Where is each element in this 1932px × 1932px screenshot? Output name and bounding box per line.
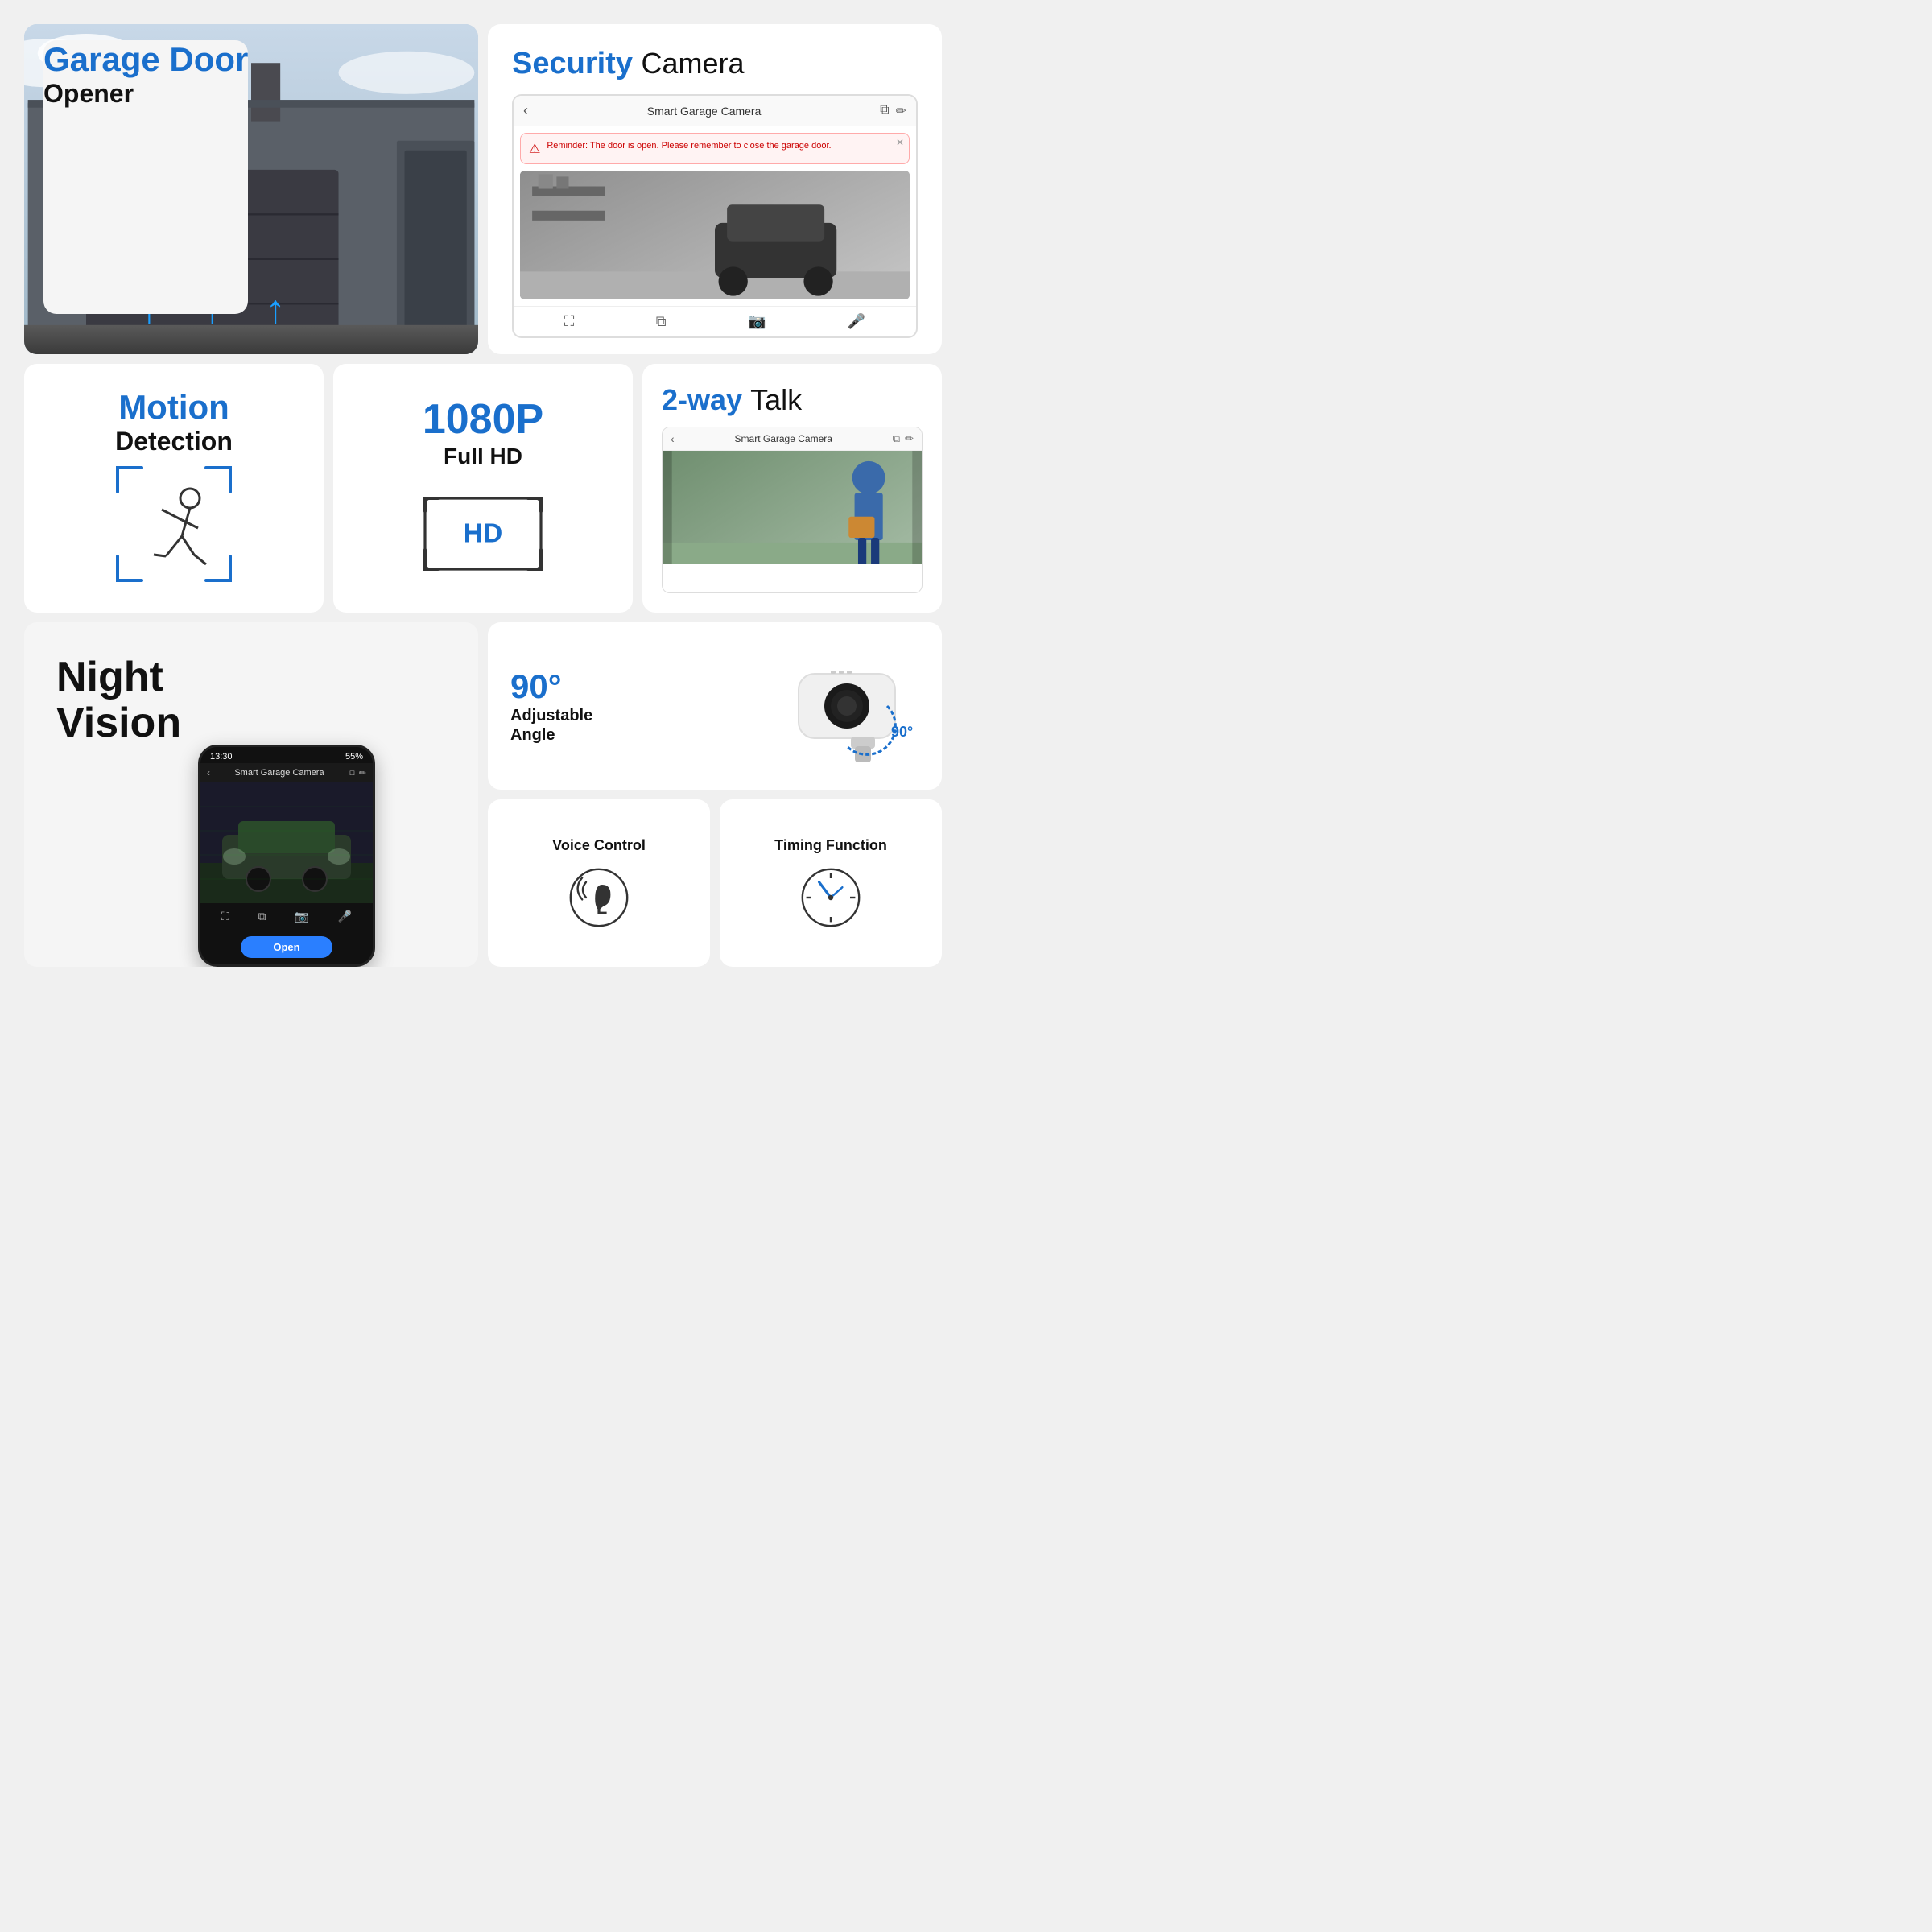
voice-control-card: Voice Control: [488, 799, 710, 967]
hd-subtitle: Full HD: [444, 444, 522, 469]
mic-icon[interactable]: 🎤: [848, 313, 865, 330]
voice-control-label: Voice Control: [552, 837, 646, 854]
twoway-edit-icon: ✏: [905, 432, 914, 445]
night-phone-bottom: ⛶ ⧉ 📷 🎤: [200, 903, 373, 930]
night-open-btn-area: Open: [200, 930, 373, 964]
garage-title-blue: Garage Door: [43, 40, 248, 79]
security-title-blue: Security: [512, 47, 633, 80]
night-vision-title: Night Vision: [56, 654, 181, 746]
angle-label-line2: Angle: [510, 725, 592, 745]
night-time: 13:30: [210, 752, 233, 762]
night-title-line1: Night: [56, 654, 181, 700]
twoway-back-button[interactable]: ‹: [671, 432, 675, 445]
night-camera-icon[interactable]: 📷: [295, 910, 308, 923]
night-vision-card: Night Vision 13:30 55% ‹ Smart Garage Ca…: [24, 622, 478, 967]
svg-text:90°: 90°: [891, 724, 913, 740]
night-back-button[interactable]: ‹: [207, 767, 210, 778]
copy-icon: ⧉: [880, 103, 889, 119]
night-edit-icon: ✏: [359, 768, 366, 778]
twoway-phone-header: ‹ Smart Garage Camera ⧉ ✏: [663, 427, 922, 451]
night-header-icons: ⧉ ✏: [349, 768, 366, 778]
hd-icon: HD: [419, 485, 547, 582]
timing-icon: [799, 865, 863, 930]
edit-icon: ✏: [896, 103, 906, 119]
camera-icon[interactable]: 📷: [748, 313, 766, 330]
motion-detection-icon: [109, 460, 238, 588]
svg-text:HD: HD: [464, 518, 503, 548]
twoway-phone-mockup: ‹ Smart Garage Camera ⧉ ✏: [662, 427, 923, 593]
motion-title-black: Detection: [115, 427, 233, 456]
night-video-icon[interactable]: ⧉: [258, 910, 266, 923]
timing-function-label: Timing Function: [774, 837, 887, 854]
night-battery: 55%: [345, 752, 363, 762]
twoway-phone-title: Smart Garage Camera: [679, 433, 888, 444]
phone-title: Smart Garage Camera: [535, 105, 873, 118]
hd-card: 1080P Full HD HD: [333, 364, 633, 613]
night-phone-wrap: 13:30 55% ‹ Smart Garage Camera ⧉ ✏: [198, 745, 375, 967]
night-status-bar: 13:30 55%: [200, 747, 373, 763]
alert-icon: ⚠: [529, 141, 540, 157]
security-camera-card: Security Camera ‹ Smart Garage Camera ⧉ …: [488, 24, 942, 354]
motion-title-blue: Motion: [118, 388, 229, 426]
night-open-button[interactable]: Open: [241, 936, 332, 958]
phone-bottom-bar: ⛶ ⧉ 📷 🎤: [514, 306, 916, 336]
twoway-title: 2-way Talk: [662, 383, 923, 417]
angle-info: 90° Adjustable Angle: [510, 667, 592, 745]
video-icon[interactable]: ⧉: [656, 313, 667, 330]
night-camera-feed: [200, 782, 373, 903]
garage-door-card: ↑ ↑ ↑ Garage Door Opener: [24, 24, 478, 354]
angle-label: Adjustable Angle: [510, 706, 592, 745]
security-title-black: Camera: [642, 47, 745, 80]
camera-feed: [520, 171, 910, 299]
header-icons: ⧉ ✏: [880, 103, 906, 119]
night-mic-icon[interactable]: 🎤: [338, 910, 352, 923]
night-fullscreen-icon[interactable]: ⛶: [221, 910, 229, 923]
twoway-copy-icon: ⧉: [893, 432, 900, 445]
angle-label-line1: Adjustable: [510, 706, 592, 725]
night-phone-title: Smart Garage Camera: [214, 768, 345, 778]
alert-text: Reminder: The door is open. Please remem…: [547, 140, 831, 152]
voice-icon: [567, 865, 631, 930]
night-title-line2: Vision: [56, 700, 181, 746]
twoway-title-blue: 2-way: [662, 383, 742, 416]
svg-text:↑: ↑: [265, 286, 285, 332]
angle-card: 90° Adjustable Angle: [488, 622, 942, 790]
angle-camera-visual: 90°: [609, 642, 919, 770]
twoway-camera-feed: 🎤: [663, 451, 922, 564]
alert-banner: ⚠ Reminder: The door is open. Please rem…: [520, 133, 910, 164]
voice-timing-row: Voice Control Timing Function: [488, 799, 942, 967]
twoway-header-icons: ⧉ ✏: [893, 432, 914, 445]
hd-title: 1080P: [423, 395, 543, 444]
night-copy-icon: ⧉: [349, 768, 355, 778]
night-phone-mockup: 13:30 55% ‹ Smart Garage Camera ⧉ ✏: [198, 745, 375, 967]
twoway-talk-card: 2-way Talk ‹ Smart Garage Camera ⧉ ✏: [642, 364, 942, 613]
angle-value: 90°: [510, 667, 592, 706]
night-phone-header: ‹ Smart Garage Camera ⧉ ✏: [200, 763, 373, 782]
fullscreen-icon[interactable]: ⛶: [564, 313, 575, 330]
phone-header: ‹ Smart Garage Camera ⧉ ✏: [514, 96, 916, 126]
twoway-title-black: Talk: [750, 383, 802, 416]
security-title: Security Camera: [512, 47, 918, 81]
close-banner-button[interactable]: ✕: [896, 137, 904, 148]
garage-title: Garage Door Opener: [43, 40, 248, 314]
garage-title-black: Opener: [43, 79, 248, 109]
row3-right-column: 90° Adjustable Angle: [488, 622, 942, 967]
motion-detection-card: Motion Detection: [24, 364, 324, 613]
security-phone-mockup: ‹ Smart Garage Camera ⧉ ✏ ⚠ Reminder: Th…: [512, 94, 918, 338]
back-button[interactable]: ‹: [523, 102, 528, 119]
timing-function-card: Timing Function: [720, 799, 942, 967]
